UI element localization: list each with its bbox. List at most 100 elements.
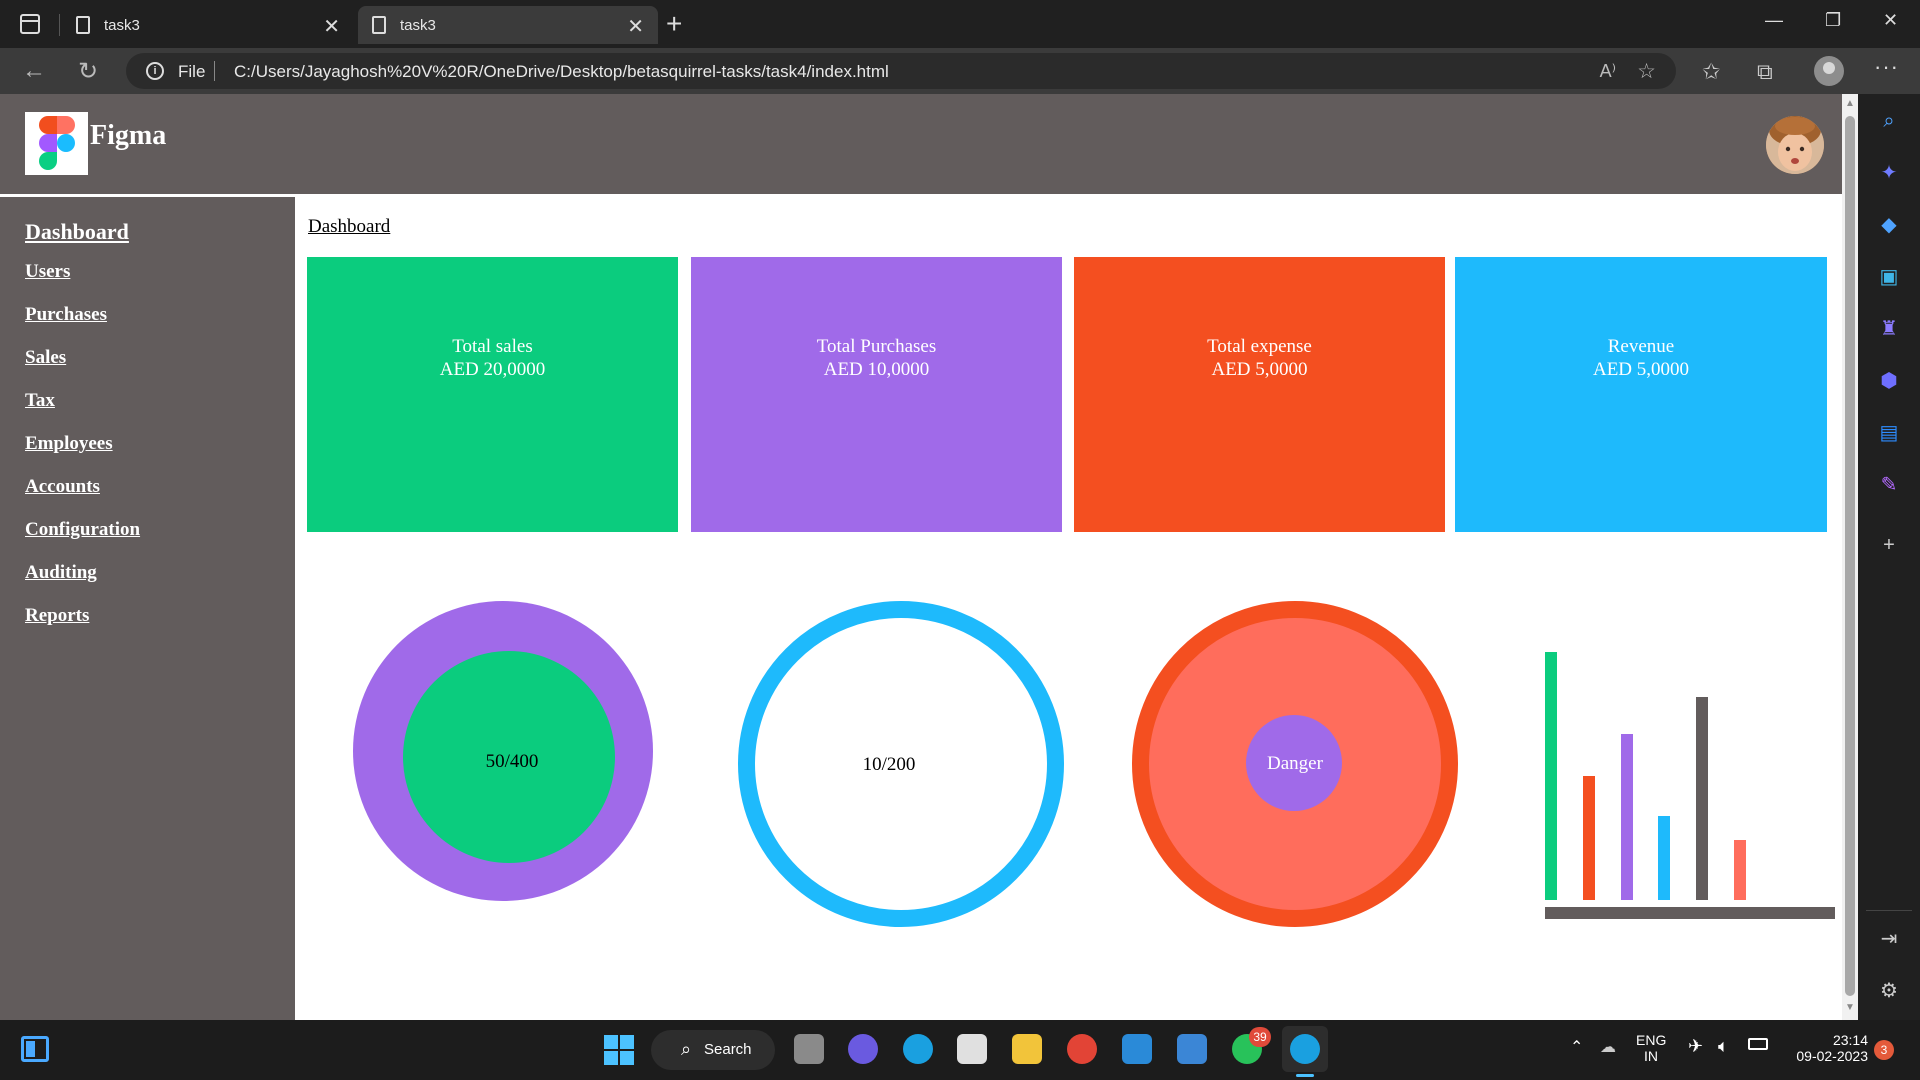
card-revenue[interactable]: Revenue AED 5,0000 (1455, 257, 1827, 532)
user-avatar[interactable] (1766, 116, 1824, 174)
sidebar-item-dashboard[interactable]: Dashboard (25, 219, 129, 245)
search-label: Search (704, 1041, 752, 1058)
page-icon (76, 16, 90, 34)
bar (1658, 816, 1670, 900)
card-value: AED 5,0000 (1592, 359, 1690, 380)
close-tab-icon[interactable]: ✕ (627, 14, 644, 39)
language-indicator[interactable]: ENG IN (1636, 1032, 1666, 1064)
collections-icon[interactable]: ⧉ (1757, 59, 1773, 85)
widgets-icon[interactable] (21, 1036, 49, 1062)
shopping-icon[interactable]: ◆ (1878, 214, 1900, 236)
outlook-icon[interactable]: ▤ (1878, 422, 1900, 444)
card-value: AED 10,0000 (823, 359, 930, 380)
purchase-ratio-text: 10/200 (862, 754, 916, 775)
add-favorite-icon[interactable]: ☆ (1637, 59, 1656, 84)
sidebar-item-sales[interactable]: Sales (25, 347, 66, 369)
battery-icon[interactable] (1748, 1038, 1768, 1050)
minimize-icon[interactable]: — (1765, 10, 1783, 31)
copilot-icon[interactable]: ✦ (1878, 162, 1900, 184)
teams-chat-icon[interactable] (848, 1034, 878, 1064)
bar (1583, 776, 1595, 900)
sidebar-item-users[interactable]: Users (25, 261, 70, 283)
info-icon[interactable]: i (146, 62, 164, 80)
sidebar-item-accounts[interactable]: Accounts (25, 476, 100, 498)
sidebar-item-reports[interactable]: Reports (25, 605, 89, 627)
designer-icon[interactable]: ✎ (1878, 474, 1900, 496)
figma-logo-icon (39, 116, 75, 170)
danger-text: Danger (1267, 753, 1323, 774)
bar (1734, 840, 1746, 900)
bar-chart (1545, 652, 1835, 900)
task-view-icon[interactable] (794, 1034, 824, 1064)
refresh-icon[interactable]: ↻ (78, 57, 98, 86)
store-icon[interactable] (957, 1034, 987, 1064)
close-window-icon[interactable]: ✕ (1883, 10, 1898, 31)
volume-icon[interactable]: 🔈︎ (1718, 1036, 1729, 1057)
show-hidden-icons[interactable]: ⌃ (1570, 1037, 1583, 1057)
edge-icon[interactable] (903, 1034, 933, 1064)
sidebar-item-configuration[interactable]: Configuration (25, 519, 140, 541)
hide-sidebar-icon[interactable]: ⇥ (1878, 928, 1900, 950)
notification-badge[interactable]: 3 (1874, 1040, 1894, 1060)
sidebar-item-purchases[interactable]: Purchases (25, 304, 107, 326)
vscode-icon[interactable] (1122, 1034, 1152, 1064)
tab-title: task3 (104, 17, 140, 34)
add-app-icon[interactable]: + (1878, 534, 1900, 556)
tab-actions-icon[interactable] (20, 14, 40, 34)
back-icon[interactable]: ← (22, 57, 46, 85)
brand-name: Figma (90, 120, 167, 151)
address-bar[interactable]: i File C:/Users/Jayaghosh%20V%20R/OneDri… (126, 53, 1676, 89)
page-scrollbar[interactable]: ▲ ▼ (1842, 94, 1858, 1020)
onedrive-icon[interactable]: ☁ (1600, 1037, 1616, 1057)
clock[interactable]: 23:14 09-02-2023 (1784, 1032, 1868, 1064)
taskbar-search[interactable]: ⌕ Search (651, 1030, 775, 1070)
profile-icon[interactable] (1814, 56, 1844, 86)
sidebar-item-employees[interactable]: Employees (25, 433, 113, 455)
search-icon[interactable]: ⌕ (1878, 110, 1900, 132)
bar (1545, 652, 1557, 900)
card-value: AED 20,0000 (439, 359, 546, 380)
url-text[interactable]: C:/Users/Jayaghosh%20V%20R/OneDrive/Desk… (234, 62, 889, 82)
airplane-icon[interactable]: ✈ (1688, 1036, 1703, 1057)
tab-inactive[interactable]: task3 ✕ (62, 6, 354, 44)
favorites-icon[interactable]: ✩ (1702, 59, 1720, 85)
close-tab-icon[interactable]: ✕ (323, 14, 340, 39)
avatar-image (1766, 116, 1824, 174)
card-total-expense[interactable]: Total expense AED 5,0000 (1074, 257, 1445, 532)
start-icon[interactable] (604, 1035, 634, 1065)
breadcrumb[interactable]: Dashboard (308, 216, 390, 238)
read-aloud-icon[interactable]: A⁾ (1600, 61, 1616, 82)
chrome-icon[interactable] (1067, 1034, 1097, 1064)
bar (1696, 697, 1708, 900)
date-text: 09-02-2023 (1796, 1048, 1868, 1064)
tools-icon[interactable]: ▣ (1878, 266, 1900, 288)
scroll-thumb[interactable] (1845, 116, 1855, 996)
card-total-sales[interactable]: Total sales AED 20,0000 (307, 257, 678, 532)
logo-box[interactable] (25, 112, 88, 175)
more-icon[interactable]: ··· (1874, 54, 1899, 80)
card-total-purchases[interactable]: Total Purchases AED 10,0000 (691, 257, 1062, 532)
sales-ratio-text: 50/400 (485, 751, 539, 772)
sidebar-item-tax[interactable]: Tax (25, 390, 55, 412)
settings-icon[interactable]: ⚙ (1878, 980, 1900, 1002)
bar (1621, 734, 1633, 900)
card-title: Total sales (452, 336, 533, 357)
language-top: ENG (1636, 1032, 1667, 1048)
scroll-up-icon[interactable]: ▲ (1845, 98, 1855, 109)
restore-icon[interactable]: ❐ (1825, 10, 1841, 31)
new-tab-icon[interactable]: + (666, 8, 682, 40)
office-icon[interactable]: ⬢ (1878, 370, 1900, 392)
card-value: AED 5,0000 (1211, 359, 1308, 380)
time-text: 23:14 (1832, 1032, 1868, 1048)
active-indicator (1296, 1074, 1314, 1077)
bar-chart-baseline (1545, 907, 1835, 919)
edge-active-icon[interactable] (1290, 1034, 1320, 1064)
sidebar-item-auditing[interactable]: Auditing (25, 562, 97, 584)
file-explorer-icon[interactable] (1012, 1034, 1042, 1064)
games-icon[interactable]: ♜ (1878, 318, 1900, 340)
photos-icon[interactable] (1177, 1034, 1207, 1064)
tab-active[interactable]: task3 ✕ (358, 6, 658, 44)
card-title: Revenue (1607, 336, 1675, 357)
scroll-down-icon[interactable]: ▼ (1845, 1002, 1855, 1013)
scheme-label: File (178, 62, 206, 81)
